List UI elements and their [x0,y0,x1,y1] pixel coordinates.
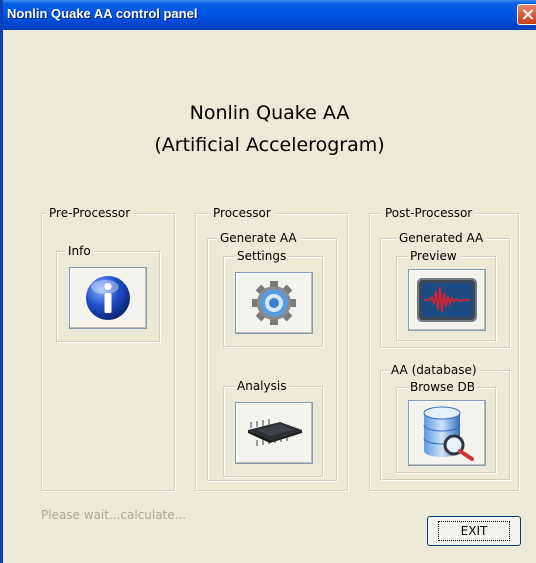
preview-button[interactable] [408,269,486,331]
settings-button[interactable] [235,272,313,334]
title-bar[interactable]: Nonlin Quake AA control panel [3,0,536,30]
processor-group: Processor Generate AA Settings Analysis [195,205,348,491]
preview-group: Preview [396,248,496,341]
info-group: Info [56,243,160,342]
analysis-group: Analysis [223,378,323,477]
app-subtitle: (Artificial Accelerogram) [154,134,385,156]
chip-icon [248,419,302,446]
settings-label: Settings [234,248,290,264]
pre-processor-group: Pre-Processor Info [41,205,175,491]
main-window: Nonlin Quake AA control panel Nonlin Qua… [0,0,536,563]
info-label: Info [65,243,94,259]
info-icon [86,276,130,320]
processor-label: Processor [210,205,274,221]
aa-database-label: AA (database) [388,362,480,378]
generated-aa-label: Generated AA [396,230,487,246]
window-title: Nonlin Quake AA control panel [7,6,198,21]
analysis-label: Analysis [234,378,290,394]
browse-db-button[interactable] [408,400,486,466]
close-button[interactable] [517,4,536,25]
database-search-icon [423,406,474,461]
generate-aa-group: Generate AA Settings Analysis [207,230,337,481]
waveform-monitor-icon [417,278,477,322]
post-processor-label: Post-Processor [382,205,476,221]
analysis-button[interactable] [235,402,313,464]
browse-db-label: Browse DB [407,379,478,395]
post-processor-group: Post-Processor Generated AA Preview AA (… [369,205,519,491]
app-title: Nonlin Quake AA [189,102,350,124]
status-text: Please wait...calculate... [41,508,187,522]
exit-label: EXIT [437,521,511,541]
generated-aa-group: Generated AA Preview [380,230,510,348]
settings-group: Settings [223,248,323,347]
exit-button[interactable]: EXIT [427,516,521,546]
pre-processor-label: Pre-Processor [46,205,134,221]
generate-aa-label: Generate AA [217,230,300,246]
browse-db-group: Browse DB [396,379,496,473]
info-button[interactable] [69,267,147,329]
preview-label: Preview [407,248,460,264]
gear-icon [252,281,296,325]
aa-database-group: AA (database) Browse DB [380,362,510,480]
